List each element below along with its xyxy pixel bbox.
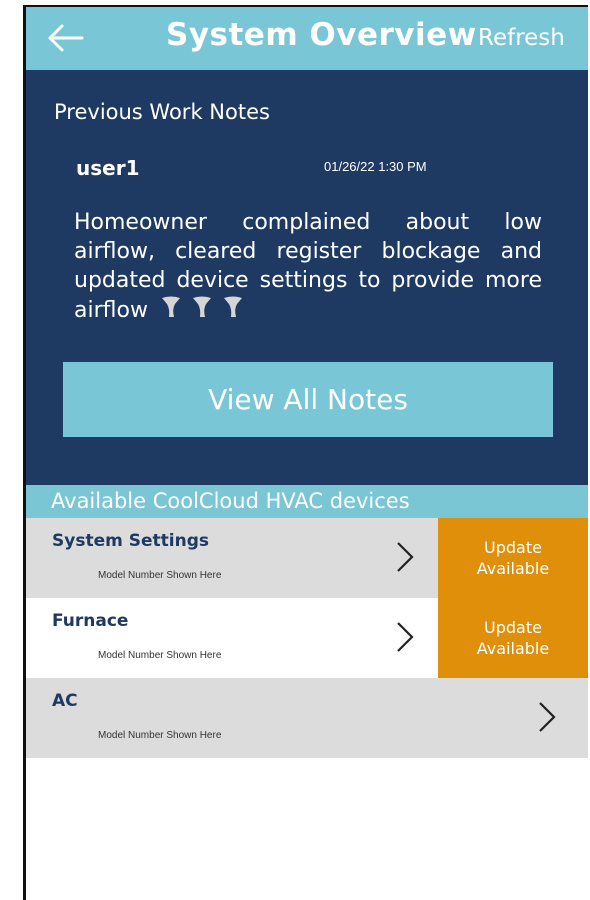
device-name: AC <box>52 691 78 711</box>
note-body: Homeowner complained about low airflow, … <box>74 208 542 327</box>
device-model: Model Number Shown Here <box>98 570 222 581</box>
tornado-icons <box>161 295 247 327</box>
update-available-badge[interactable]: Update Available <box>438 598 588 678</box>
refresh-button[interactable]: Refresh <box>478 25 565 51</box>
view-all-notes-button[interactable]: View All Notes <box>63 362 553 437</box>
top-bar: System Overview Refresh <box>26 7 588 70</box>
note-text: Homeowner complained about low airflow, … <box>74 210 542 323</box>
note-timestamp: 01/26/22 1:30 PM <box>324 159 427 174</box>
devices-heading: Available CoolCloud HVAC devices <box>26 485 588 518</box>
tornado-icon <box>161 296 180 317</box>
device-row-ac[interactable]: AC Model Number Shown Here <box>26 678 588 758</box>
tornado-icon <box>192 296 211 317</box>
update-line2: Available <box>476 559 550 578</box>
update-line1: Update <box>484 618 542 637</box>
update-line2: Available <box>476 639 550 658</box>
note-author: user1 <box>76 156 140 180</box>
device-row-furnace[interactable]: Furnace Model Number Shown Here <box>26 598 438 678</box>
app-frame: System Overview Refresh Previous Work No… <box>23 5 588 900</box>
tornado-icon <box>223 296 242 317</box>
device-name: System Settings <box>52 531 209 551</box>
notes-heading: Previous Work Notes <box>54 100 270 124</box>
chevron-right-icon[interactable] <box>536 700 558 734</box>
update-available-badge[interactable]: Update Available <box>438 518 588 598</box>
update-line1: Update <box>484 538 542 557</box>
chevron-right-icon[interactable] <box>394 620 416 654</box>
device-model: Model Number Shown Here <box>98 650 222 661</box>
page-title: System Overview <box>166 17 477 53</box>
chevron-right-icon[interactable] <box>394 540 416 574</box>
work-notes-panel: Previous Work Notes user1 01/26/22 1:30 … <box>26 70 588 485</box>
back-arrow-icon[interactable] <box>46 21 86 55</box>
device-row-system-settings[interactable]: System Settings Model Number Shown Here <box>26 518 438 598</box>
device-name: Furnace <box>52 611 129 631</box>
device-model: Model Number Shown Here <box>98 730 222 741</box>
